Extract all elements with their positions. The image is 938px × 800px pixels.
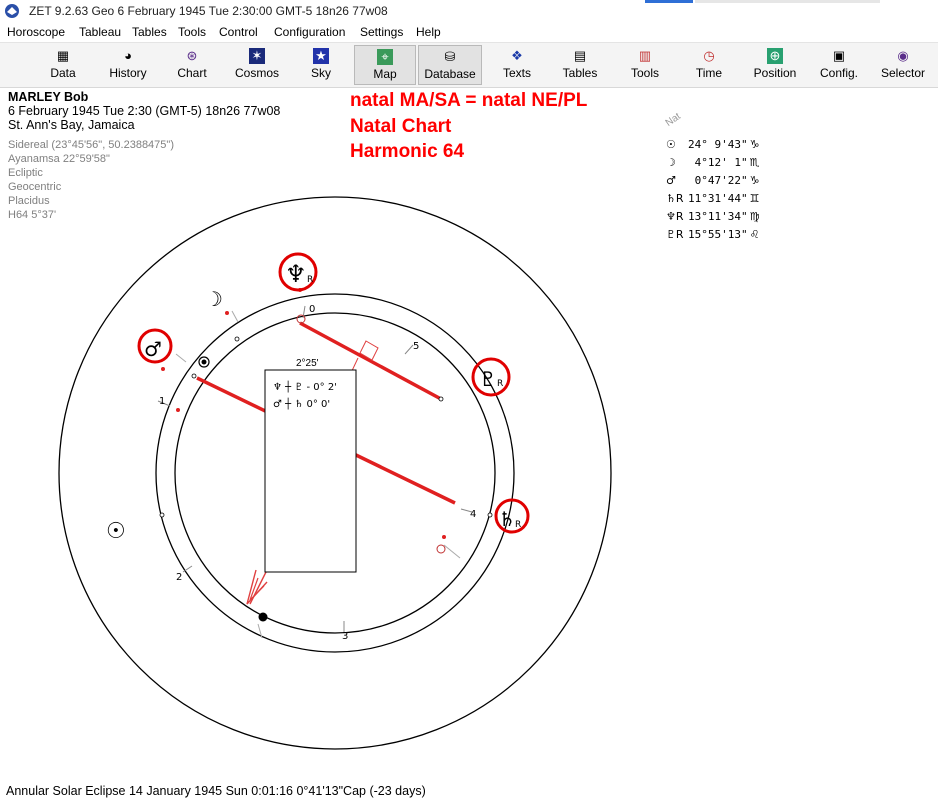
chart-wheel[interactable]: 0 1 2 3 4 5 ♆ R ♂ ♇ R ♄ R ☽ ☉ 2°25' ♆ ┼ … [0, 0, 938, 800]
red-dot [176, 408, 180, 412]
red-dot [161, 367, 165, 371]
house-cusp-5 [404, 344, 414, 355]
house-label-2: 2 [176, 572, 182, 583]
midpoint-row-1: ♆ ┼ ♇ - 0° 2' [273, 380, 337, 393]
mars-icon: ♂ [144, 337, 162, 361]
moon-icon: ☽ [205, 287, 223, 311]
saturn-marker [436, 544, 446, 554]
midpoint-header: 2°25' [296, 358, 319, 369]
status-bar: Annular Solar Eclipse 14 January 1945 Su… [6, 784, 426, 798]
midpoint-row-2: ♂ ┼ ♄ 0° 0' [273, 397, 330, 410]
house-label-5: 5 [413, 341, 419, 352]
neptune-retro-label: R [307, 275, 313, 285]
house-label-0: 0 [309, 304, 315, 315]
red-dot [225, 311, 229, 315]
red-dot [442, 535, 446, 539]
mars-marker-dot [201, 359, 207, 365]
pluto-icon: ♇ [479, 367, 497, 391]
neptune-icon: ♆ [285, 260, 307, 288]
pluto-retro-label: R [497, 379, 503, 389]
house-label-3: 3 [342, 631, 348, 642]
saturn-retro-label: R [515, 520, 521, 530]
house-label-1: 1 [159, 396, 165, 407]
house-label-4: 4 [470, 509, 476, 520]
sun-icon: ☉ [106, 519, 126, 544]
saturn-icon: ♄ [498, 507, 516, 531]
sun-marker [258, 612, 268, 622]
